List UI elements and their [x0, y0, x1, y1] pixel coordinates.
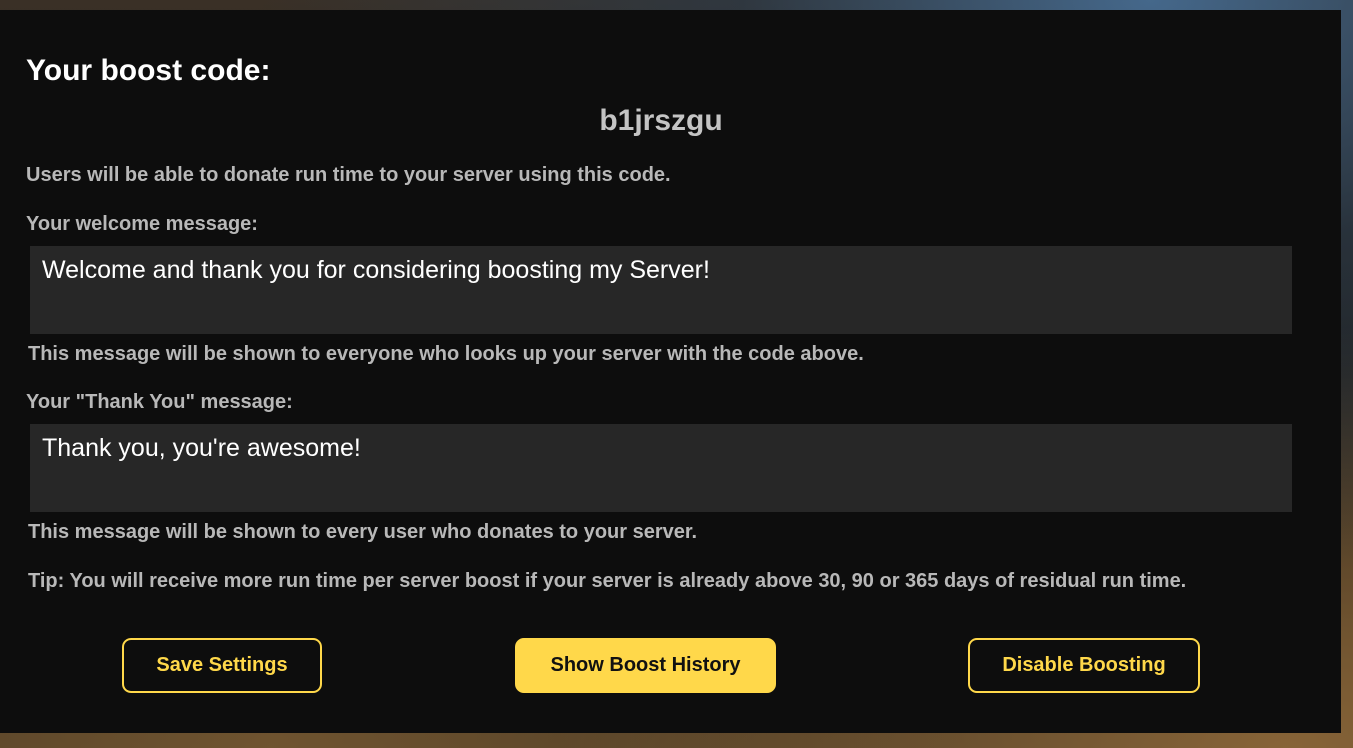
- boost-settings-panel: Your boost code: b1jrszgu Users will be …: [0, 10, 1341, 733]
- welcome-message-input[interactable]: Welcome and thank you for considering bo…: [30, 246, 1292, 334]
- thank-you-message-label: Your "Thank You" message:: [26, 391, 293, 413]
- boost-code: b1jrszgu: [599, 104, 723, 137]
- thank-you-message-help: This message will be shown to every user…: [28, 521, 698, 543]
- boost-code-title: Your boost code:: [26, 54, 271, 87]
- show-boost-history-button[interactable]: Show Boost History: [515, 638, 776, 693]
- save-settings-button[interactable]: Save Settings: [122, 638, 322, 693]
- thank-you-message-input[interactable]: Thank you, you're awesome!: [30, 424, 1292, 512]
- welcome-message-label: Your welcome message:: [26, 213, 258, 235]
- tip-text: Tip: You will receive more run time per …: [28, 570, 1187, 592]
- boost-code-description: Users will be able to donate run time to…: [26, 164, 671, 186]
- disable-boosting-button[interactable]: Disable Boosting: [968, 638, 1200, 693]
- welcome-message-help: This message will be shown to everyone w…: [28, 343, 864, 365]
